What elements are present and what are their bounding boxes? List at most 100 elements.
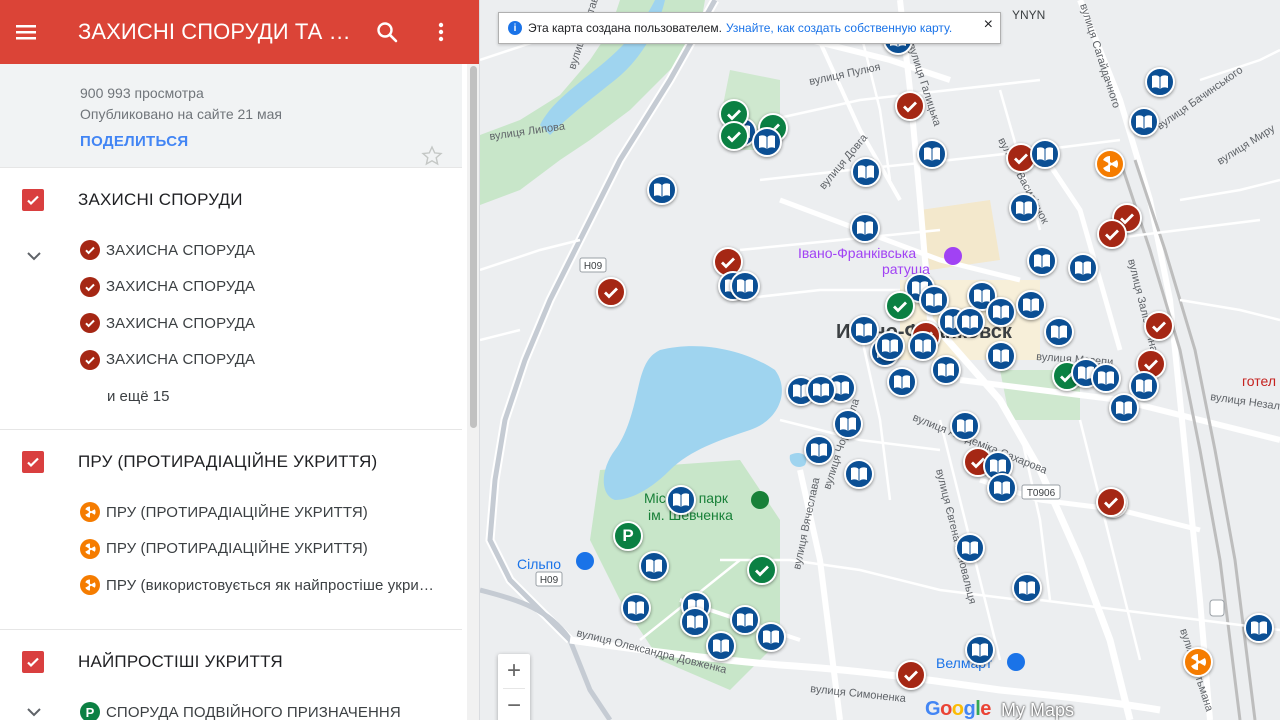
book-marker[interactable] <box>1129 107 1159 137</box>
shelter-marker[interactable] <box>1096 487 1126 517</box>
book-marker[interactable] <box>850 213 880 243</box>
book-icon <box>962 315 978 329</box>
radiation-marker[interactable] <box>1183 647 1213 677</box>
book-marker[interactable] <box>1145 67 1175 97</box>
scrollbar[interactable] <box>467 64 479 720</box>
scrollbar-thumb[interactable] <box>470 66 477 428</box>
book-marker[interactable] <box>730 605 760 635</box>
radiation-marker[interactable] <box>1095 149 1125 179</box>
green-check-marker[interactable] <box>747 555 777 585</box>
book-marker[interactable] <box>887 367 917 397</box>
book-marker[interactable] <box>680 607 710 637</box>
layer-header: ЗАХИСНІ СПОРУДИ <box>0 168 462 232</box>
book-marker[interactable] <box>1068 253 1098 283</box>
book-marker[interactable] <box>1027 246 1057 276</box>
info-link[interactable]: Узнайте, как создать собственную карту. <box>726 21 952 35</box>
checkmark-icon <box>27 457 39 468</box>
chevron-down-icon[interactable] <box>24 702 44 720</box>
list-item[interactable]: ЗАХИСНА СПОРУДА <box>0 269 462 306</box>
book-marker[interactable] <box>1044 317 1074 347</box>
book-marker[interactable] <box>752 127 782 157</box>
book-icon <box>924 147 940 161</box>
list-item[interactable]: ЗАХИСНА СПОРУДА <box>0 342 462 379</box>
book-icon <box>713 639 729 653</box>
book-marker[interactable] <box>1030 139 1060 169</box>
book-icon <box>1152 75 1168 89</box>
layer-checkbox[interactable] <box>22 651 44 673</box>
book-marker[interactable] <box>931 355 961 385</box>
check-icon <box>755 565 769 577</box>
more-options-button[interactable] <box>417 8 465 56</box>
green-check-marker[interactable] <box>885 291 915 321</box>
book-marker[interactable] <box>756 622 786 652</box>
star-icon[interactable] <box>420 144 444 168</box>
book-marker[interactable] <box>706 631 736 661</box>
list-item-label: ПРУ (використовується як найпростіше укр… <box>106 576 436 594</box>
shelter-marker[interactable] <box>895 91 925 121</box>
book-marker[interactable] <box>950 411 980 441</box>
map-meta: 900 993 просмотра Опубликовано на сайте … <box>0 64 462 168</box>
book-icon <box>993 305 1009 319</box>
green-check-marker[interactable] <box>719 121 749 151</box>
book-marker[interactable] <box>844 459 874 489</box>
book-icon <box>763 630 779 644</box>
book-marker[interactable] <box>986 341 1016 371</box>
book-marker[interactable] <box>965 635 995 665</box>
book-marker[interactable] <box>917 139 947 169</box>
book-icon <box>856 323 872 337</box>
book-marker[interactable] <box>666 485 696 515</box>
book-marker[interactable] <box>1016 290 1046 320</box>
book-icon <box>994 481 1010 495</box>
list-item[interactable]: P СПОРУДА ПОДВІЙНОГО ПРИЗНАЧЕННЯ <box>0 694 462 720</box>
book-marker[interactable] <box>1009 193 1039 223</box>
book-marker[interactable] <box>987 473 1017 503</box>
list-item[interactable]: ЗАХИСНА СПОРУДА <box>0 305 462 342</box>
check-icon <box>721 257 735 269</box>
show-more-link[interactable]: и ещё 15 <box>0 378 462 414</box>
shelter-marker[interactable] <box>896 660 926 690</box>
book-marker[interactable] <box>1091 363 1121 393</box>
info-banner: i Эта карта создана пользователем. Узнай… <box>498 12 1001 44</box>
list-item[interactable]: ПРУ (використовується як найпростіше укр… <box>0 567 462 604</box>
book-marker[interactable] <box>833 409 863 439</box>
book-marker[interactable] <box>647 175 677 205</box>
book-marker[interactable] <box>804 435 834 465</box>
route-shield-h09-north: H09 <box>579 257 607 273</box>
shelter-marker[interactable] <box>1144 311 1174 341</box>
list-item[interactable]: ПРУ (ПРОТИРАДІАЦІЙНЕ УКРИТТЯ) <box>0 531 462 568</box>
book-marker[interactable] <box>955 307 985 337</box>
share-button[interactable]: ПОДЕЛИТЬСЯ <box>80 133 188 150</box>
zoom-in-button[interactable]: + <box>498 654 530 688</box>
layer-naiprostishi-ukryttia: НАЙПРОСТІШІ УКРИТТЯ P СПОРУДА ПОДВІЙНОГО… <box>0 630 462 720</box>
layer-checkbox[interactable] <box>22 189 44 211</box>
shelter-marker[interactable] <box>1097 219 1127 249</box>
shopping-cart-icon <box>1007 653 1025 671</box>
street-label: вулиця Сагайдачного <box>1077 2 1122 109</box>
map-canvas[interactable]: H09 H09 T0906 вулиця Липова вулиця Пулюя… <box>480 0 1280 720</box>
list-item[interactable]: ПРУ (ПРОТИРАДІАЦІЙНЕ УКРИТТЯ) <box>0 494 462 531</box>
menu-button[interactable] <box>2 8 50 56</box>
book-marker[interactable] <box>806 375 836 405</box>
book-marker[interactable] <box>908 331 938 361</box>
book-icon <box>1136 379 1152 393</box>
book-marker[interactable] <box>851 157 881 187</box>
shelter-marker[interactable] <box>596 277 626 307</box>
book-marker[interactable] <box>875 331 905 361</box>
book-marker[interactable] <box>639 551 669 581</box>
book-marker[interactable] <box>955 533 985 563</box>
map-legend-panel: ЗАХИСНІ СПОРУДИ ТА НАЙПРОСТІШІ УКРИТТЯ 9… <box>0 0 480 720</box>
book-marker[interactable] <box>730 271 760 301</box>
close-icon[interactable]: × <box>984 16 993 34</box>
book-marker[interactable] <box>986 297 1016 327</box>
chevron-down-icon[interactable] <box>24 246 44 266</box>
search-button[interactable] <box>363 8 411 56</box>
book-marker[interactable] <box>621 593 651 623</box>
zoom-out-button[interactable]: − <box>498 689 530 720</box>
book-marker[interactable] <box>1244 613 1274 643</box>
book-marker[interactable] <box>1109 393 1139 423</box>
list-item[interactable]: ЗАХИСНА СПОРУДА <box>0 232 462 269</box>
check-icon <box>1014 153 1028 165</box>
book-marker[interactable] <box>1012 573 1042 603</box>
parking-marker[interactable]: P <box>613 521 643 551</box>
layer-checkbox[interactable] <box>22 451 44 473</box>
